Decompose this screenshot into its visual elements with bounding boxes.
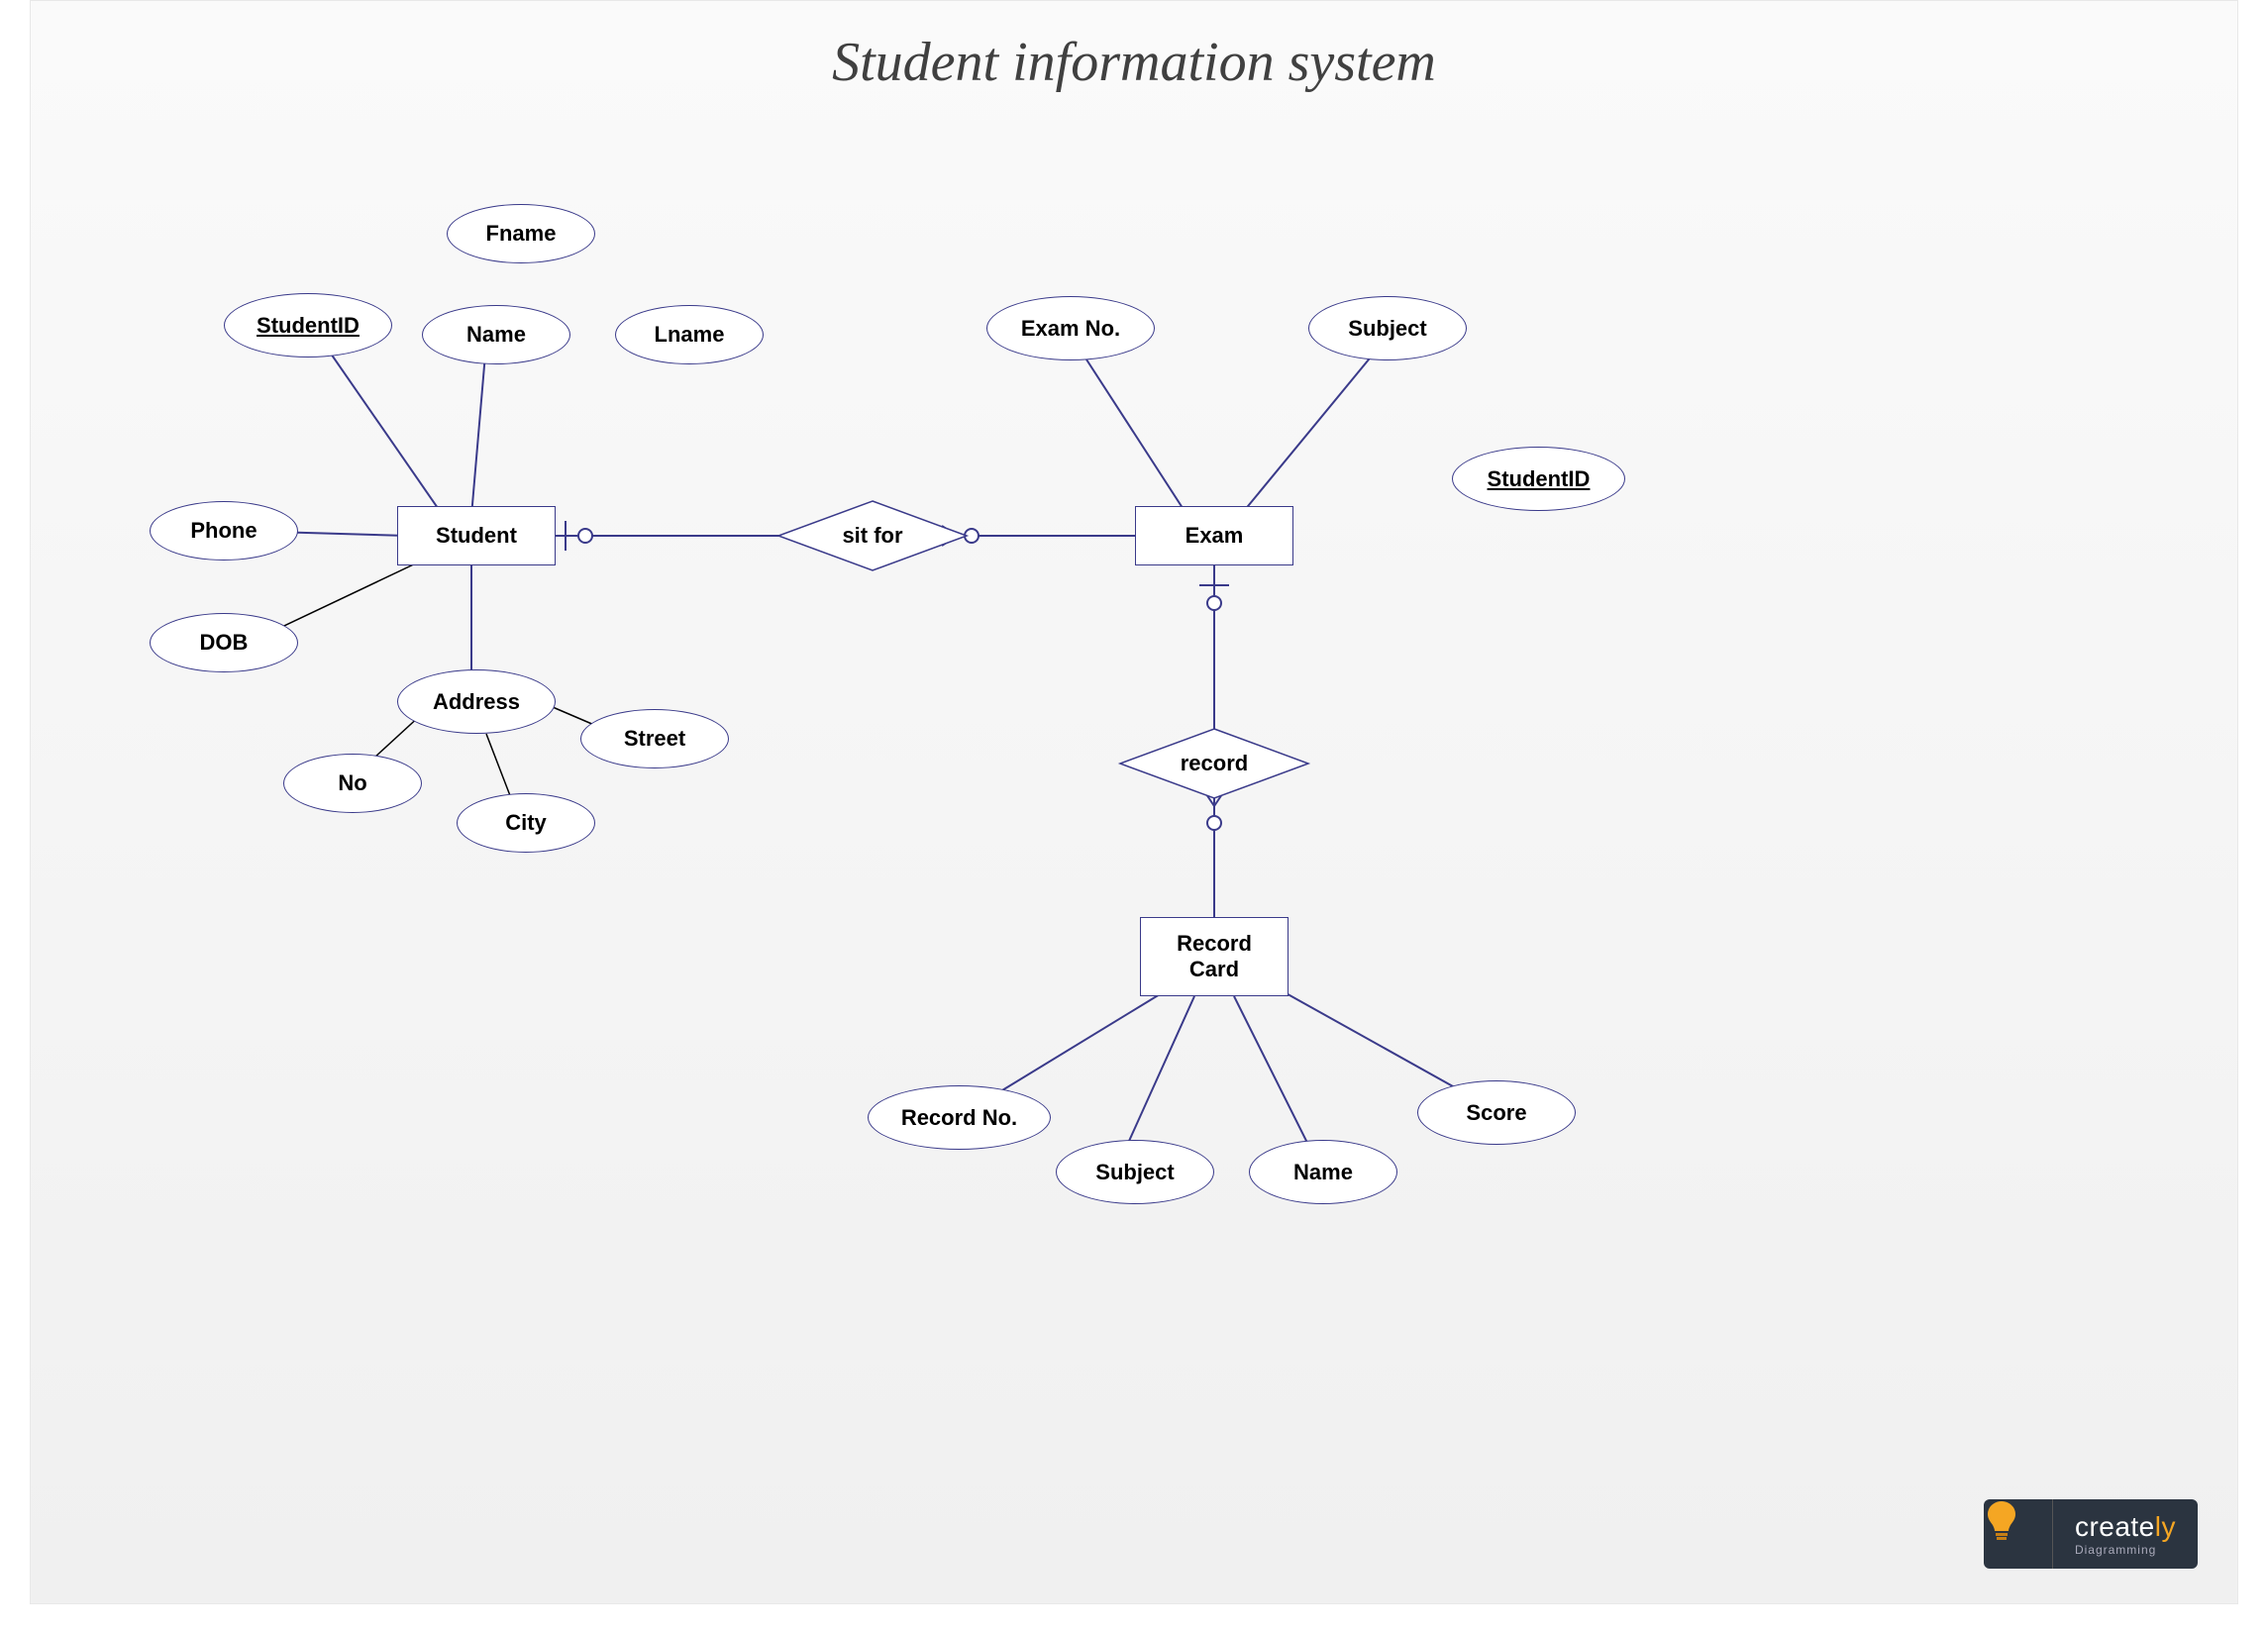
logo-text: creately Diagramming [2053,1511,2198,1557]
attr-dob-label: DOB [200,630,249,656]
attr-dob: DOB [150,613,298,672]
attr-phone: Phone [150,501,298,561]
diagram-canvas: Student information system [30,0,2238,1604]
attr-studentid-exam-label: StudentID [1488,466,1591,492]
logo-brand-a: create [2075,1511,2155,1542]
logo-tagline: Diagramming [2075,1543,2176,1557]
relationship-sitfor: sit for [823,521,922,551]
attr-subject-exam: Subject [1308,296,1467,360]
entity-exam: Exam [1135,506,1293,565]
attr-name-rc-label: Name [1293,1160,1353,1185]
entity-recordcard-label: Record Card [1177,931,1252,982]
attr-recordno: Record No. [868,1085,1051,1150]
logo-brand-b: ly [2155,1511,2176,1542]
attr-address-label: Address [433,689,520,715]
attr-street: Street [580,709,729,768]
bulb-icon [1984,1499,2053,1569]
attr-no: No [283,754,422,813]
entity-student-label: Student [436,523,517,549]
attr-studentid-exam: StudentID [1452,447,1625,511]
attr-subject-exam-label: Subject [1348,316,1426,342]
attr-fname-label: Fname [486,221,557,247]
relationship-record-label: record [1181,751,1248,776]
attr-subject-rc-label: Subject [1095,1160,1174,1185]
attr-subject-rc: Subject [1056,1140,1214,1204]
entity-recordcard: Record Card [1140,917,1289,996]
attr-name-rc: Name [1249,1140,1397,1204]
attr-city: City [457,793,595,853]
attr-fname: Fname [447,204,595,263]
attr-score: Score [1417,1080,1576,1145]
attr-phone-label: Phone [190,518,257,544]
entity-exam-label: Exam [1186,523,1244,549]
attr-no-label: No [338,770,366,796]
attr-recordno-label: Record No. [901,1105,1017,1131]
attr-city-label: City [505,810,547,836]
attr-name: Name [422,305,570,364]
attr-studentid-label: StudentID [257,313,360,339]
relationship-record: record [1165,749,1264,778]
attr-name-label: Name [466,322,526,348]
attr-score-label: Score [1466,1100,1526,1126]
attr-address: Address [397,669,556,734]
attr-lname-label: Lname [655,322,725,348]
creately-logo: creately Diagramming [1984,1499,2198,1569]
attr-street-label: Street [624,726,685,752]
attr-studentid: StudentID [224,293,392,357]
relationship-sitfor-label: sit for [842,523,902,549]
entity-student: Student [397,506,556,565]
attr-examno-label: Exam No. [1021,316,1120,342]
attr-lname: Lname [615,305,764,364]
attr-examno: Exam No. [986,296,1155,360]
